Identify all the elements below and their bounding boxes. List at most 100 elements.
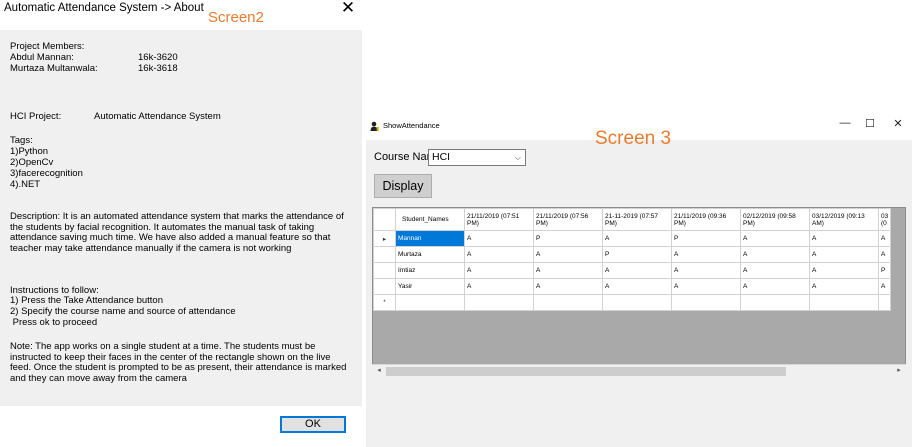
project-label: HCI Project: — [10, 111, 62, 122]
tag-item: 2)OpenCv — [10, 157, 54, 168]
maximize-icon[interactable]: ☐ — [860, 117, 880, 130]
member-id: 16k-3618 — [138, 63, 178, 74]
row-header[interactable] — [373, 278, 396, 295]
display-button[interactable]: Display — [374, 174, 432, 198]
course-name-value: HCI — [432, 151, 451, 163]
horizontal-scrollbar[interactable]: ◂ ▸ — [372, 364, 906, 378]
screen3-label: Screen 3 — [595, 128, 672, 149]
attendance-cell[interactable]: A — [464, 262, 534, 279]
instruction-item: 1) Press the Take Attendance button — [10, 295, 163, 306]
attendance-cell[interactable]: A — [740, 262, 810, 279]
attendance-cell[interactable]: A — [602, 278, 672, 295]
screen2-label: Screen2 — [208, 9, 264, 26]
attendance-cell[interactable]: A — [740, 246, 810, 263]
attendance-cell[interactable]: A — [740, 230, 810, 247]
student-name-cell[interactable]: Yasir — [395, 278, 465, 295]
attendance-cell[interactable]: A — [602, 230, 672, 247]
attendance-cell[interactable]: A — [671, 278, 741, 295]
tag-item: 4).NET — [10, 179, 41, 190]
attendance-cell[interactable]: A — [877, 278, 892, 295]
attendance-cell[interactable]: A — [877, 246, 892, 263]
attendance-grid[interactable]: Student_Names 21/11/2019 (07:51 PM) 21/1… — [372, 207, 906, 378]
column-header[interactable]: 21/11/2019 (07:51 PM) — [464, 208, 534, 231]
project-value: Automatic Attendance System — [94, 111, 221, 122]
chevron-down-icon[interactable]: ⌵ — [515, 150, 521, 165]
column-header[interactable]: 21/11/2019 (09:36 PM) — [671, 208, 741, 231]
table-row[interactable]: ▸ Mannan A P A P A A A — [373, 230, 892, 247]
row-header[interactable] — [373, 262, 396, 279]
attendance-cell[interactable]: A — [533, 246, 603, 263]
attendance-cell[interactable]: P — [602, 246, 672, 263]
attendance-cell[interactable] — [533, 294, 603, 311]
attendance-cell[interactable]: A — [602, 262, 672, 279]
show-attendance-window: ShowAttendance — ☐ ✕ Screen 3 Course Nam… — [366, 114, 912, 447]
attendance-cell[interactable] — [877, 294, 892, 311]
minimize-icon[interactable]: — — [835, 117, 855, 129]
header-row: Student_Names 21/11/2019 (07:51 PM) 21/1… — [373, 208, 892, 231]
attendance-cell[interactable]: A — [464, 278, 534, 295]
attendance-cell[interactable]: A — [809, 278, 879, 295]
member-id: 16k-3620 — [138, 52, 178, 63]
attendance-cell[interactable] — [671, 294, 741, 311]
table-row[interactable]: Murtaza A A P A A A A — [373, 246, 892, 263]
attendance-cell[interactable]: A — [464, 246, 534, 263]
attendance-cell[interactable]: A — [671, 262, 741, 279]
student-name-cell[interactable] — [395, 294, 465, 311]
attendance-cell[interactable]: A — [671, 246, 741, 263]
grid-body: ▸ Mannan A P A P A A A Murtaza A A P A A A A Imtiaz A A A A A A… — [373, 230, 892, 311]
column-header[interactable]: 21-11-2019 (07:57 PM) — [602, 208, 672, 231]
tag-item: 3)facerecognition — [10, 168, 83, 179]
ok-button[interactable]: OK — [280, 416, 346, 433]
attendance-cell[interactable] — [809, 294, 879, 311]
members-heading: Project Members: — [10, 41, 85, 52]
member-row: Abdul Mannan: 16k-3620 — [10, 52, 210, 64]
member-name: Abdul Mannan: — [10, 52, 74, 63]
attendance-cell[interactable]: P — [877, 262, 892, 279]
note-text: Note: The app works on a single student … — [10, 341, 347, 384]
description-text: Description: It is an automated attendan… — [10, 211, 344, 254]
scroll-left-icon[interactable]: ◂ — [373, 366, 385, 374]
about-window: Automatic Attendance System -> About ✕ S… — [0, 0, 362, 447]
attendance-cell[interactable]: A — [533, 262, 603, 279]
table-row[interactable]: Imtiaz A A A A A A P — [373, 262, 892, 279]
student-name-cell[interactable]: Mannan — [395, 230, 465, 247]
close-icon[interactable]: ✕ — [888, 117, 908, 130]
table-row[interactable]: Yasir A A A A A A A — [373, 278, 892, 295]
attendance-cell[interactable]: A — [809, 262, 879, 279]
course-name-select[interactable]: HCI ⌵ — [428, 149, 526, 166]
row-header[interactable]: ▸ — [373, 230, 396, 247]
attendance-cell[interactable]: A — [809, 246, 879, 263]
instruction-item: 2) Specify the course name and source of… — [10, 306, 236, 317]
student-name-cell[interactable]: Imtiaz — [395, 262, 465, 279]
about-window-title: Automatic Attendance System -> About — [4, 2, 204, 14]
attendance-table: Student_Names 21/11/2019 (07:51 PM) 21/1… — [373, 208, 892, 311]
column-header[interactable]: 03 (0 — [877, 208, 892, 231]
attendance-cell[interactable]: A — [464, 230, 534, 247]
column-header[interactable]: 03/12/2019 (09:13 AM) — [809, 208, 879, 231]
row-header[interactable] — [373, 246, 396, 263]
attendance-cell[interactable]: P — [533, 230, 603, 247]
column-header[interactable]: Student_Names — [395, 208, 465, 231]
student-name-cell[interactable]: Murtaza — [395, 246, 465, 263]
project-row: HCI Project: Automatic Attendance System — [10, 111, 221, 123]
table-row[interactable]: * — [373, 294, 892, 311]
attendance-cell[interactable] — [602, 294, 672, 311]
attendance-cell[interactable] — [464, 294, 534, 311]
attendance-cell[interactable]: A — [809, 230, 879, 247]
attendance-cell[interactable]: A — [740, 278, 810, 295]
attendance-cell[interactable] — [740, 294, 810, 311]
member-name: Murtaza Multanwala: — [10, 63, 98, 74]
scroll-right-icon[interactable]: ▸ — [893, 366, 905, 374]
attendance-cell[interactable]: P — [671, 230, 741, 247]
column-header[interactable]: 21/11/2019 (07:56 PM) — [533, 208, 603, 231]
attendance-cell[interactable]: A — [533, 278, 603, 295]
attendance-cell[interactable]: A — [877, 230, 892, 247]
show-attendance-title: ShowAttendance — [383, 121, 440, 130]
row-header[interactable]: * — [373, 294, 396, 311]
tags-heading: Tags: — [10, 135, 33, 146]
close-icon[interactable]: ✕ — [338, 0, 358, 18]
column-header[interactable]: 02/12/2019 (09:58 PM) — [740, 208, 810, 231]
scrollbar-thumb[interactable] — [386, 367, 786, 376]
about-titlebar: Automatic Attendance System -> About ✕ — [0, 0, 362, 30]
window-bottom — [366, 384, 912, 447]
